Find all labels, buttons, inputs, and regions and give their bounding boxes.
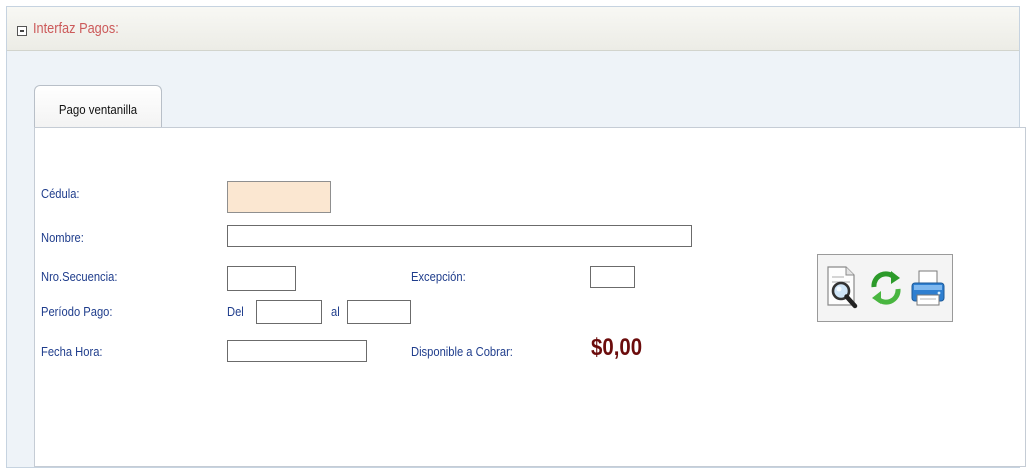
- cedula-input[interactable]: [227, 181, 331, 213]
- tab-label: Pago ventanilla: [58, 102, 138, 117]
- refresh-icon[interactable]: [866, 265, 906, 311]
- interfaz-pagos-panel: Interfaz Pagos: Pago ventanilla Cédula: …: [6, 6, 1026, 468]
- secuencia-input[interactable]: [227, 266, 296, 291]
- nombre-input[interactable]: [227, 225, 692, 247]
- tab-pago-ventanilla[interactable]: Pago ventanilla: [34, 85, 162, 127]
- periodo-del-label: Del: [227, 304, 244, 319]
- panel-header: Interfaz Pagos:: [7, 7, 1019, 51]
- printer-icon[interactable]: [908, 265, 948, 311]
- periodo-label: Período Pago:: [41, 304, 113, 319]
- disponible-amount: $0,00: [591, 334, 643, 361]
- disponible-label: Disponible a Cobrar:: [411, 344, 513, 359]
- search-document-icon[interactable]: [824, 265, 864, 311]
- periodo-del-input[interactable]: [256, 300, 322, 324]
- periodo-al-input[interactable]: [347, 300, 411, 324]
- excepcion-input[interactable]: [590, 266, 635, 288]
- action-toolbar: [817, 254, 953, 322]
- tab-content: Cédula: Nombre: Nro.Secuencia: Excepción…: [34, 127, 1026, 467]
- secuencia-label: Nro.Secuencia:: [41, 269, 118, 284]
- fecha-hora-input[interactable]: [227, 340, 367, 362]
- cedula-label: Cédula:: [41, 186, 80, 201]
- fecha-hora-label: Fecha Hora:: [41, 344, 103, 359]
- panel-title: Interfaz Pagos:: [33, 20, 119, 37]
- nombre-label: Nombre:: [41, 230, 84, 245]
- collapse-toggle-icon[interactable]: [17, 26, 27, 36]
- periodo-al-label: al: [331, 304, 340, 319]
- excepcion-label: Excepción:: [411, 269, 466, 284]
